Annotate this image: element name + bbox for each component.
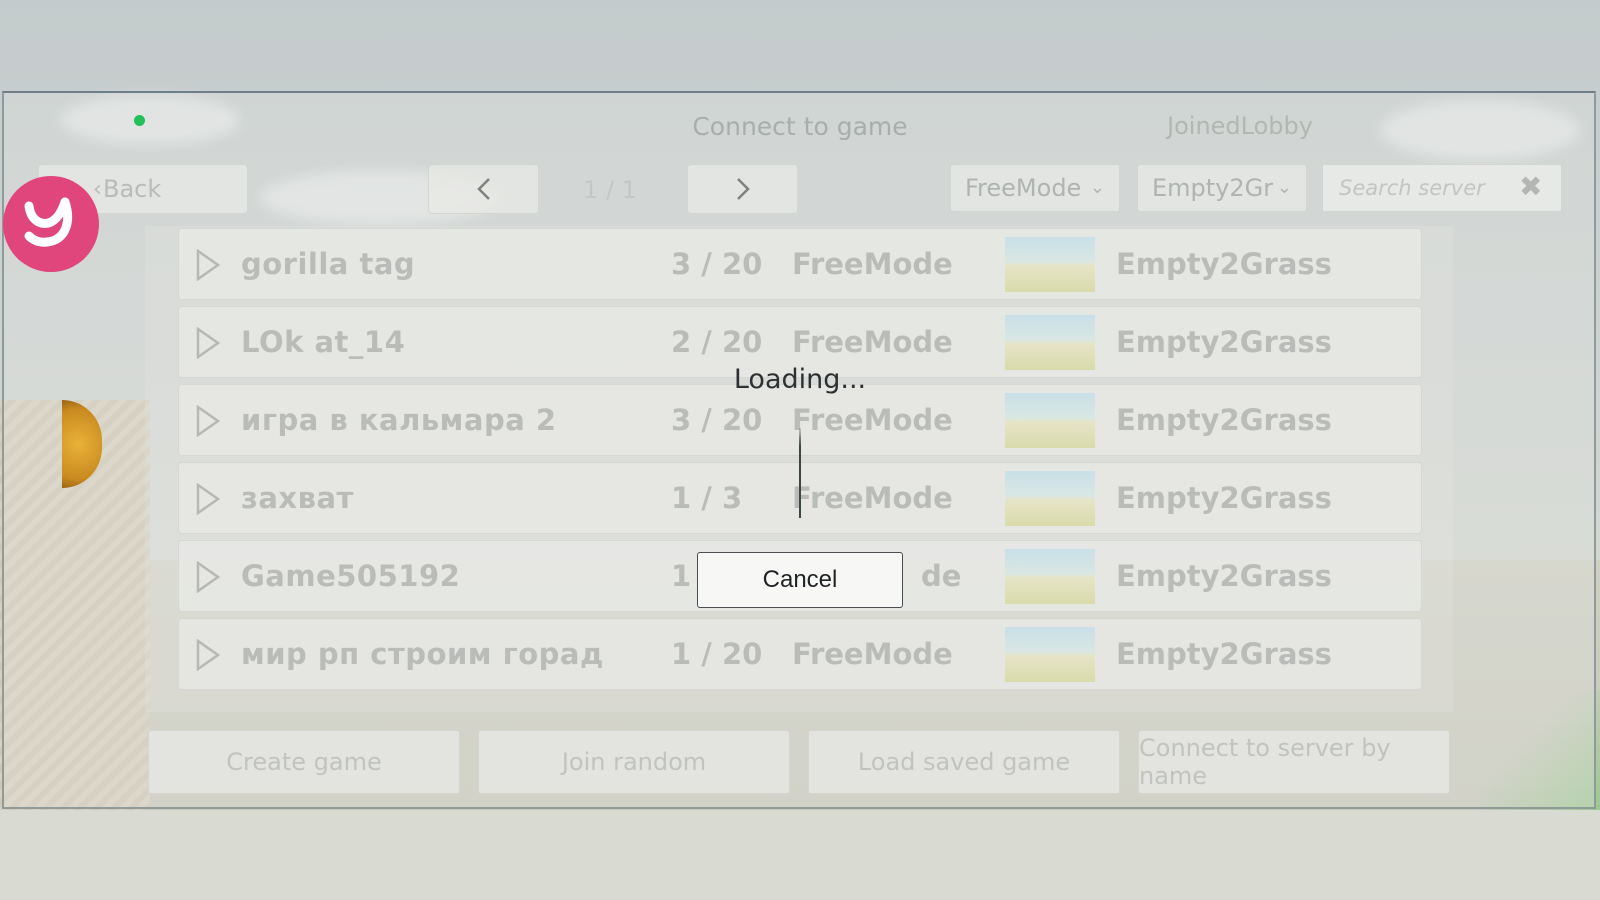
map-thumbnail xyxy=(1005,627,1095,682)
server-players: 2 / 20 xyxy=(671,325,763,359)
server-name: gorilla tag xyxy=(241,247,416,281)
connection-status-dot xyxy=(134,115,145,126)
server-name: LOk at_14 xyxy=(241,325,406,359)
server-row[interactable]: gorilla tag 3 / 20 FreeMode Empty2Grass xyxy=(178,228,1422,300)
chevron-down-icon: ⌄ xyxy=(1089,177,1105,198)
create-game-button[interactable]: Create game xyxy=(148,730,460,794)
play-icon xyxy=(196,327,221,359)
server-name: мир рп строим горад xyxy=(241,637,604,671)
arrow-left-icon: ‹ xyxy=(93,177,102,202)
map-filter-value: Empty2Gr xyxy=(1152,174,1274,202)
play-icon xyxy=(196,483,221,515)
connect-by-name-button[interactable]: Connect to server by name xyxy=(1138,730,1450,794)
load-saved-game-button[interactable]: Load saved game xyxy=(808,730,1120,794)
lobby-status-label: JoinedLobby xyxy=(1167,112,1313,140)
server-mode: FreeMode xyxy=(792,481,953,515)
screen-bottom-area xyxy=(0,810,1600,900)
server-map: Empty2Grass xyxy=(1116,325,1332,359)
back-button-label: Back xyxy=(103,175,162,203)
server-name: Game505192 xyxy=(241,559,461,593)
map-thumbnail xyxy=(1005,549,1095,604)
map-thumbnail xyxy=(1005,471,1095,526)
server-map: Empty2Grass xyxy=(1116,637,1332,671)
app-logo-avatar[interactable] xyxy=(3,176,99,272)
server-name: игра в кальмара 2 xyxy=(241,403,557,437)
map-thumbnail xyxy=(1005,237,1095,292)
play-icon xyxy=(196,249,221,281)
page-indicator: 1 / 1 xyxy=(583,176,637,204)
mode-filter-dropdown[interactable]: FreeMode ⌄ xyxy=(950,164,1120,212)
server-name: захват xyxy=(241,481,354,515)
next-page-button[interactable] xyxy=(687,164,798,214)
map-filter-dropdown[interactable]: Empty2Gr ⌄ xyxy=(1137,164,1307,212)
mode-filter-value: FreeMode xyxy=(965,174,1082,202)
server-mode: FreeMode xyxy=(792,637,953,671)
loading-spinner xyxy=(799,428,801,518)
server-mode: FreeMode xyxy=(792,403,953,437)
play-icon xyxy=(196,561,221,593)
server-mode: FreeMode xyxy=(792,247,953,281)
server-map: Empty2Grass xyxy=(1116,481,1332,515)
server-players: 3 / 20 xyxy=(671,403,763,437)
server-players: 1 / 20 xyxy=(671,637,763,671)
map-thumbnail xyxy=(1005,393,1095,448)
join-random-button[interactable]: Join random xyxy=(478,730,790,794)
close-icon[interactable]: ✖ xyxy=(1519,170,1542,203)
server-map: Empty2Grass xyxy=(1116,247,1332,281)
server-players: 1 xyxy=(671,559,692,593)
play-icon xyxy=(196,405,221,437)
server-mode: FreeMode xyxy=(792,325,953,359)
server-map: Empty2Grass xyxy=(1116,559,1332,593)
server-mode: de xyxy=(921,559,962,593)
chevron-right-icon xyxy=(736,178,750,200)
map-thumbnail xyxy=(1005,315,1095,370)
server-players: 3 / 20 xyxy=(671,247,763,281)
chevron-down-icon: ⌄ xyxy=(1276,177,1292,198)
prev-page-button[interactable] xyxy=(428,164,539,214)
loading-text: Loading... xyxy=(733,364,867,395)
server-row[interactable]: мир рп строим горад 1 / 20 FreeMode Empt… xyxy=(178,618,1422,690)
chevron-left-icon xyxy=(476,178,490,200)
server-players: 1 / 3 xyxy=(671,481,743,515)
server-map: Empty2Grass xyxy=(1116,403,1332,437)
logo-mark-icon xyxy=(24,197,73,247)
cancel-button[interactable]: Cancel xyxy=(697,552,903,608)
play-icon xyxy=(196,639,221,671)
dialog-title: Connect to game xyxy=(692,112,908,141)
